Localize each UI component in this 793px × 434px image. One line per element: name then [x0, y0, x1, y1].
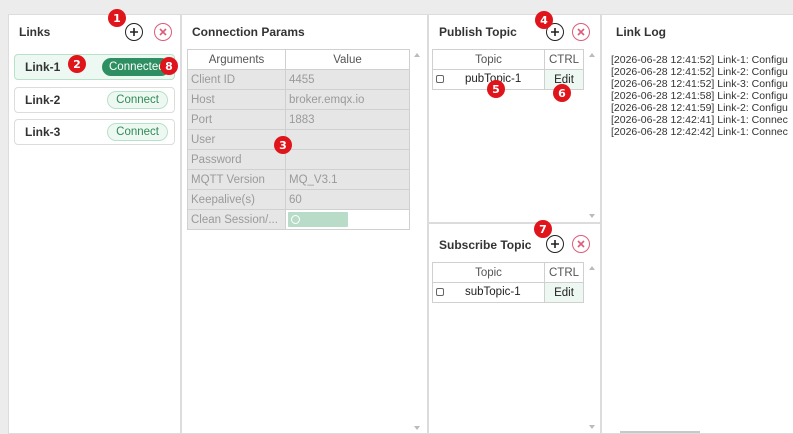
param-name: Client ID: [187, 69, 286, 90]
scroll-down-icon[interactable]: [589, 214, 595, 218]
param-name: Port: [187, 109, 286, 130]
params-table: Arguments Value Client ID 4455 Host broker…: [187, 49, 410, 230]
table-row[interactable]: Clean Session/...: [187, 209, 410, 230]
param-value[interactable]: MQ_V3.1: [285, 169, 410, 190]
add-link-button[interactable]: [125, 23, 143, 41]
param-value[interactable]: 4455: [285, 69, 410, 90]
link-item-3[interactable]: Link-3 Connect: [14, 119, 175, 145]
badge-1: 1: [108, 9, 126, 27]
param-name: Clean Session/...: [187, 209, 286, 230]
publish-scrollbar[interactable]: [587, 49, 597, 221]
param-value[interactable]: 1883: [285, 109, 410, 130]
log-line: [2026-06-28 12:41:58] Link-2: Configu: [611, 90, 788, 102]
param-name: Password: [187, 149, 286, 170]
plus-icon: [130, 28, 138, 36]
param-name: Keepalive(s): [187, 189, 286, 210]
column-header: Topic: [432, 262, 545, 283]
column-header: CTRL: [544, 262, 584, 283]
edit-button[interactable]: Edit: [544, 282, 584, 303]
params-scrollbar[interactable]: [412, 49, 422, 433]
table-row[interactable]: Keepalive(s) 60: [187, 189, 410, 210]
subscribe-scrollbar[interactable]: [587, 262, 597, 432]
remove-subscribe-topic-button[interactable]: [572, 235, 590, 253]
link-name: Link-1: [25, 60, 61, 74]
clean-session-toggle[interactable]: [288, 212, 348, 227]
row-checkbox[interactable]: [436, 288, 444, 297]
publish-topic-panel: Publish Topic Topic CTRL pubTopic-1 Edit: [428, 14, 601, 223]
log-line: [2026-06-28 12:41:52] Link-2: Configu: [611, 66, 788, 78]
subscribe-table: Topic CTRL subTopic-1 Edit: [432, 262, 584, 303]
connection-title: Connection Params: [192, 25, 305, 39]
add-subscribe-topic-button[interactable]: [546, 235, 564, 253]
column-header: CTRL: [544, 49, 584, 70]
param-name: Host: [187, 89, 286, 110]
param-value[interactable]: [285, 129, 410, 150]
links-title: Links: [19, 25, 51, 39]
column-header: Arguments: [187, 49, 286, 70]
remove-publish-topic-button[interactable]: [572, 23, 590, 41]
param-value[interactable]: 60: [285, 189, 410, 210]
table-row[interactable]: subTopic-1 Edit: [432, 282, 584, 303]
row-checkbox[interactable]: [436, 75, 444, 84]
badge-8: 8: [160, 57, 178, 75]
log-line: [2026-06-28 12:41:52] Link-1: Configu: [611, 54, 788, 66]
log-horizontal-scrollbar[interactable]: [620, 431, 700, 433]
log-title: Link Log: [616, 25, 666, 39]
param-value[interactable]: broker.emqx.io: [285, 89, 410, 110]
plus-icon: [551, 28, 559, 36]
topic-name: subTopic-1: [465, 286, 521, 298]
table-row[interactable]: Client ID 4455: [187, 69, 410, 90]
connect-button[interactable]: Connect: [107, 91, 168, 109]
log-lines: [2026-06-28 12:41:52] Link-1: Configu [2…: [611, 54, 793, 138]
table-row[interactable]: Port 1883: [187, 109, 410, 130]
badge-4: 4: [535, 11, 553, 29]
scroll-down-icon[interactable]: [414, 426, 420, 430]
log-line: [2026-06-28 12:41:52] Link-3: Configu: [611, 78, 788, 90]
scroll-up-icon[interactable]: [589, 266, 595, 270]
log-line: [2026-06-28 12:42:41] Link-1: Connec: [611, 114, 788, 126]
scroll-down-icon[interactable]: [589, 425, 595, 429]
param-name: MQTT Version: [187, 169, 286, 190]
topic-cell[interactable]: subTopic-1: [432, 282, 545, 303]
scroll-up-icon[interactable]: [414, 53, 420, 57]
connect-button[interactable]: Connect: [107, 123, 168, 141]
badge-3: 3: [274, 136, 292, 154]
log-line: [2026-06-28 12:42:42] Link-1: Connec: [611, 126, 788, 138]
link-item-2[interactable]: Link-2 Connect: [14, 87, 175, 113]
publish-title: Publish Topic: [439, 25, 517, 39]
column-header: Value: [285, 49, 410, 70]
badge-5: 5: [487, 80, 505, 98]
connection-header: Connection Params: [182, 15, 427, 49]
table-row[interactable]: MQTT Version MQ_V3.1: [187, 169, 410, 190]
close-icon: [577, 240, 585, 248]
badge-6: 6: [553, 84, 571, 102]
close-icon: [159, 28, 167, 36]
link-name: Link-2: [25, 93, 61, 107]
column-header: Topic: [432, 49, 545, 70]
link-name: Link-3: [25, 125, 61, 139]
link-log-panel: Link Log [2026-06-28 12:41:52] Link-1: C…: [601, 14, 793, 434]
links-panel: Links Link-1 Connected Link-2 Connect Li…: [8, 14, 181, 434]
badge-7: 7: [534, 220, 552, 238]
link-item-1[interactable]: Link-1 Connected: [14, 54, 175, 80]
log-line: [2026-06-28 12:41:59] Link-2: Configu: [611, 102, 788, 114]
table-row[interactable]: Password: [187, 149, 410, 170]
connection-params-panel: Connection Params Arguments Value Client…: [181, 14, 428, 434]
table-row[interactable]: Host broker.emqx.io: [187, 89, 410, 110]
plus-icon: [551, 240, 559, 248]
param-name: User: [187, 129, 286, 150]
close-icon: [577, 28, 585, 36]
remove-link-button[interactable]: [154, 23, 172, 41]
log-header: Link Log: [602, 15, 793, 49]
subscribe-topic-panel: Subscribe Topic Topic CTRL subTopic-1 Ed…: [428, 223, 601, 434]
subscribe-title: Subscribe Topic: [439, 238, 532, 252]
param-value[interactable]: [285, 149, 410, 170]
clean-session-toggle-cell[interactable]: [285, 209, 410, 230]
badge-2: 2: [68, 55, 86, 73]
scroll-up-icon[interactable]: [589, 53, 595, 57]
toggle-knob: [291, 215, 300, 224]
table-row[interactable]: User: [187, 129, 410, 150]
